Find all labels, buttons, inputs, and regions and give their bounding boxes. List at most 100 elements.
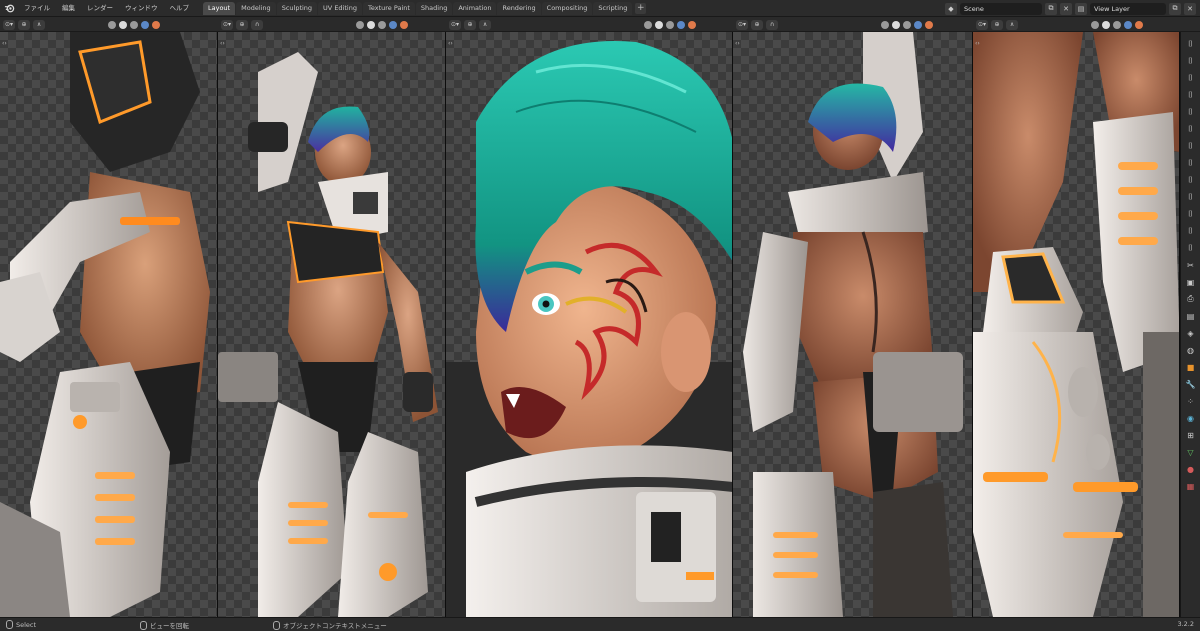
camera-icon[interactable]: ⌷ [1185,140,1197,152]
object-icon[interactable]: ■ [1185,361,1197,373]
blender-logo-icon[interactable] [0,0,18,17]
rendered-shading-icon[interactable] [400,20,409,29]
render-icon[interactable]: ▣ [1185,276,1197,288]
wireframe-shading-icon[interactable] [655,20,664,29]
menu-file[interactable]: ファイル [18,0,56,17]
wireframe-shading-icon[interactable] [119,20,128,29]
solid-shading-icon[interactable] [1113,20,1122,29]
viewport-3[interactable]: ‹› [446,32,733,617]
view-layer-browse-icon[interactable]: ▤ [1075,2,1087,15]
camera-icon[interactable]: ⌷ [1185,72,1197,84]
tab-modeling[interactable]: Modeling [236,1,276,15]
delete-view-layer-icon[interactable]: ✕ [1184,2,1196,15]
tab-sculpting[interactable]: Sculpting [276,1,318,15]
material-icon[interactable]: ● [1185,463,1197,475]
rendered-shading-icon[interactable] [1135,20,1144,29]
view-layer-icon[interactable]: ▤ [1185,310,1197,322]
scene-field[interactable]: Scene [960,2,1042,15]
solid-shading-icon[interactable] [378,20,387,29]
material-shading-icon[interactable] [389,20,398,29]
texture-icon[interactable]: ▦ [1185,480,1197,492]
collapse-arrows-icon[interactable]: ‹› [2,40,7,47]
output-icon[interactable]: ⎙ [1185,293,1197,305]
camera-icon[interactable]: ⌷ [1185,225,1197,237]
camera-icon[interactable]: ⌷ [1185,157,1197,169]
view-mode-icon[interactable]: ⊙▾ [221,19,234,30]
viewport-4[interactable]: ‹› [733,32,973,617]
scene-icon[interactable]: ◈ [1185,327,1197,339]
collapse-arrows-icon[interactable]: ‹› [448,40,453,47]
view-mode-icon[interactable]: ⊙▾ [449,19,462,30]
camera-icon[interactable]: ⌷ [1185,55,1197,67]
rendered-shading-icon[interactable] [152,20,161,29]
menu-render[interactable]: レンダー [81,0,119,17]
tool-icon[interactable]: ✂ [1185,259,1197,271]
collapse-arrows-icon[interactable]: ‹› [975,40,980,47]
physics-icon[interactable]: ◉ [1185,412,1197,424]
data-icon[interactable]: ▽ [1185,446,1197,458]
overlay-icon[interactable]: ⊕ [991,19,1004,30]
view-mode-icon[interactable]: ⊙▾ [736,19,749,30]
xray-icon[interactable] [356,20,365,29]
overlay-icon[interactable]: ⊕ [236,19,249,30]
camera-icon[interactable]: ⌷ [1185,106,1197,118]
viewport-2[interactable]: ‹› [218,32,446,617]
tab-scripting[interactable]: Scripting [593,1,633,15]
viewport-1[interactable]: ‹› [0,32,218,617]
new-scene-icon[interactable]: ⧉ [1045,2,1057,15]
snap-icon[interactable]: ∩ [251,19,264,30]
solid-shading-icon[interactable] [903,20,912,29]
tab-layout[interactable]: Layout [203,1,236,15]
menu-edit[interactable]: 編集 [56,0,81,17]
proportional-icon[interactable]: ∧ [479,19,492,30]
camera-icon[interactable]: ⌷ [1185,89,1197,101]
new-view-layer-icon[interactable]: ⧉ [1169,2,1181,15]
material-shading-icon[interactable] [1124,20,1133,29]
tab-texture-paint[interactable]: Texture Paint [362,1,415,15]
constraints-icon[interactable]: ⊞ [1185,429,1197,441]
collapse-arrows-icon[interactable]: ‹› [220,40,225,47]
tab-rendering[interactable]: Rendering [497,1,541,15]
wireframe-shading-icon[interactable] [367,20,376,29]
view-mode-icon[interactable]: ⊙▾ [3,19,16,30]
collapse-arrows-icon[interactable]: ‹› [735,40,740,47]
modifier-icon[interactable]: 🔧 [1185,378,1197,390]
proportional-icon[interactable]: ∧ [1006,19,1019,30]
world-icon[interactable]: ◍ [1185,344,1197,356]
camera-icon[interactable]: ⌷ [1185,191,1197,203]
view-layer-field[interactable]: View Layer [1090,2,1166,15]
tab-uv-editing[interactable]: UV Editing [318,1,362,15]
menu-window[interactable]: ウィンドウ [119,0,164,17]
rendered-shading-icon[interactable] [925,20,934,29]
solid-shading-icon[interactable] [666,20,675,29]
overlay-icon[interactable]: ⊕ [18,19,31,30]
particles-icon[interactable]: ⁘ [1185,395,1197,407]
scene-browse-icon[interactable]: ◆ [945,2,957,15]
rendered-shading-icon[interactable] [688,20,697,29]
camera-icon[interactable]: ⌷ [1185,38,1197,50]
camera-icon[interactable]: ⌷ [1185,123,1197,135]
viewport-5[interactable]: ‹› [973,32,1180,617]
wireframe-shading-icon[interactable] [1102,20,1111,29]
material-shading-icon[interactable] [677,20,686,29]
xray-icon[interactable] [644,20,653,29]
tab-compositing[interactable]: Compositing [541,1,593,15]
overlay-icon[interactable]: ⊕ [464,19,477,30]
xray-icon[interactable] [108,20,117,29]
xray-icon[interactable] [881,20,890,29]
wireframe-shading-icon[interactable] [892,20,901,29]
menu-help[interactable]: ヘルプ [164,0,196,17]
xray-icon[interactable] [1091,20,1100,29]
view-mode-icon[interactable]: ⊙▾ [976,19,989,30]
overlay-icon[interactable]: ⊕ [751,19,764,30]
camera-icon[interactable]: ⌷ [1185,242,1197,254]
proportional-icon[interactable]: ∧ [33,19,46,30]
solid-shading-icon[interactable] [130,20,139,29]
material-shading-icon[interactable] [914,20,923,29]
snap-icon[interactable]: ∩ [766,19,779,30]
camera-icon[interactable]: ⌷ [1185,208,1197,220]
add-workspace-button[interactable]: + [635,2,647,14]
material-shading-icon[interactable] [141,20,150,29]
camera-icon[interactable]: ⌷ [1185,174,1197,186]
delete-scene-icon[interactable]: ✕ [1060,2,1072,15]
